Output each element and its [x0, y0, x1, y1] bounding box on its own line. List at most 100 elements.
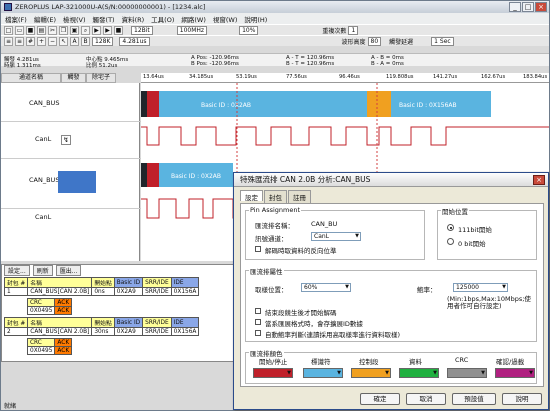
- start-position-title: 開始位置: [441, 206, 469, 216]
- dialog-close-button[interactable]: ×: [533, 175, 545, 185]
- channel-name-header[interactable]: 通道名稱: [1, 73, 61, 83]
- channel-row[interactable]: CAN_BUS: [29, 176, 59, 184]
- sample-position-select[interactable]: 60%: [301, 283, 351, 292]
- menu-file[interactable]: 檔案(F): [5, 14, 27, 24]
- align-left-icon[interactable]: ≡: [4, 36, 13, 46]
- table-header: SRR/IDE: [142, 277, 172, 288]
- align-center-icon[interactable]: ≡: [15, 36, 24, 46]
- menu-help[interactable]: 說明(H): [244, 14, 267, 24]
- ruler-tick: 141.27us: [433, 74, 458, 80]
- open-icon[interactable]: ▭: [15, 25, 24, 35]
- option-3-checkbox[interactable]: [255, 330, 261, 336]
- menu-view[interactable]: 檢視(V): [63, 14, 86, 24]
- menu-window[interactable]: 視窗(W): [213, 14, 238, 24]
- ruler-tick: 77.56us: [286, 74, 307, 80]
- memory-select[interactable]: 128K: [92, 36, 114, 46]
- save-icon[interactable]: ■: [26, 25, 35, 35]
- table-row[interactable]: 2 CAN_BUS[CAN 2.0B] 30ns 0X2A9 SRR/IDE 0…: [3, 327, 200, 336]
- baud-rate-hint: (Min:1bps,Max:10Mbps;使用者作可自行設定): [447, 295, 531, 310]
- settings-button[interactable]: 設定...: [4, 265, 30, 276]
- zoom-out-icon[interactable]: −: [48, 36, 57, 46]
- tab-packets[interactable]: 封包: [264, 190, 287, 203]
- ok-button[interactable]: 確定: [360, 393, 400, 405]
- minimize-button[interactable]: _: [509, 2, 521, 12]
- table-header: CRC: [26, 298, 56, 307]
- channel-row[interactable]: CAN_BUS: [29, 99, 59, 107]
- run-icon[interactable]: ▶: [92, 25, 101, 35]
- new-icon[interactable]: □: [4, 25, 13, 35]
- marker-a-icon[interactable]: A: [70, 36, 79, 46]
- cursor-icon[interactable]: ↖: [59, 36, 68, 46]
- export-button[interactable]: 匯出...: [55, 265, 82, 276]
- frequency-select[interactable]: 100MHz: [176, 25, 208, 35]
- table-header: SRR/IDE: [142, 317, 172, 328]
- time-select[interactable]: 4.281us: [119, 36, 150, 46]
- menu-data[interactable]: 資料(R): [122, 14, 145, 24]
- menu-tools[interactable]: 工具(O): [151, 14, 174, 24]
- table-cell: CAN_BUS[CAN 2.0B]: [27, 327, 93, 336]
- table-cell: 30ns: [91, 327, 115, 336]
- start-0bit-label: 0 bit開始: [458, 240, 486, 248]
- control-color-picker[interactable]: [351, 368, 391, 378]
- trigger-edge-icon[interactable]: ↯: [61, 135, 71, 145]
- grid-icon[interactable]: #: [26, 36, 35, 46]
- table-header: 開始點: [91, 277, 115, 288]
- waveform-height-label: 波形高度: [341, 38, 366, 46]
- marker-b-icon[interactable]: B: [81, 36, 90, 46]
- invert-checkbox[interactable]: [255, 246, 261, 252]
- start-0bit-radio[interactable]: [447, 238, 454, 245]
- bits-select[interactable]: 12Bit: [131, 25, 153, 35]
- table-row[interactable]: 1 CAN_BUS[CAN 2.0B] 0ns 0X2A9 SRR/IDE 0X…: [3, 287, 200, 296]
- channel-select[interactable]: CanL: [311, 232, 361, 241]
- filter-header[interactable]: 除宅子: [86, 73, 116, 83]
- cut-icon[interactable]: ✂: [48, 25, 57, 35]
- start-111bit-radio[interactable]: [447, 224, 454, 231]
- start-frame-segment: [147, 163, 159, 187]
- baud-rate-label: 鮑率：: [417, 286, 437, 294]
- time-ruler: 13.64us 34.185us 53.19us 77.56us 96.46us…: [141, 73, 549, 83]
- default-button[interactable]: 預設值: [452, 393, 496, 405]
- maximize-button[interactable]: □: [522, 2, 534, 12]
- refresh-button[interactable]: 刷新: [32, 265, 53, 276]
- frame-label: Basic ID : 0X2AB: [171, 173, 221, 180]
- crc-color-picker[interactable]: [447, 368, 487, 378]
- data-color-picker[interactable]: [399, 368, 439, 378]
- bus-name-value[interactable]: CAN_BU: [311, 220, 337, 228]
- trigger-header[interactable]: 觸發: [61, 73, 86, 83]
- print-icon[interactable]: ▤: [37, 25, 46, 35]
- paste-icon[interactable]: ▣: [70, 25, 79, 35]
- window-title: ZEROPLUS LAP-321000U-A(S/N:00000000001) …: [15, 3, 206, 11]
- start-stop-color-picker[interactable]: [253, 368, 293, 378]
- ruler-tick: 162.67us: [481, 74, 506, 80]
- menu-trigger[interactable]: 觸發(T): [93, 14, 115, 24]
- can-analysis-dialog: 特殊匯流排 CAN 2.0B 分析:CAN_BUS × 設定 封包 註冊 Pin…: [233, 172, 549, 410]
- option-1-checkbox[interactable]: [255, 308, 261, 314]
- trigger-delay-select[interactable]: 1 Sec: [431, 36, 454, 46]
- cancel-button[interactable]: 取消: [406, 393, 446, 405]
- close-button[interactable]: ×: [535, 2, 547, 12]
- baud-rate-select[interactable]: 125000: [453, 283, 508, 292]
- table-cell: 0X0495: [26, 346, 56, 355]
- stop-icon[interactable]: ■: [114, 25, 123, 35]
- waveform-height-select[interactable]: 80: [367, 36, 382, 46]
- find-icon[interactable]: ⌕: [81, 25, 90, 35]
- channel-row[interactable]: CanL: [35, 135, 51, 143]
- identifier-color-picker[interactable]: [303, 368, 343, 378]
- repeat-input[interactable]: 1: [348, 25, 359, 35]
- channel-row[interactable]: CanL: [35, 213, 51, 221]
- table-header-row: 封包 # 名稱 開始點 Basic ID SRR/IDE IDE: [3, 317, 200, 328]
- tab-register[interactable]: 註冊: [288, 190, 311, 203]
- tab-settings[interactable]: 設定: [240, 190, 263, 202]
- menu-edit[interactable]: 編輯(E): [34, 14, 56, 24]
- run-repeat-icon[interactable]: ▶: [103, 25, 112, 35]
- copy-icon[interactable]: ❐: [59, 25, 68, 35]
- table-cell: 1: [3, 287, 29, 296]
- help-button[interactable]: 說明: [502, 393, 542, 405]
- option-2-checkbox[interactable]: [255, 319, 261, 325]
- zoom-in-icon[interactable]: +: [37, 36, 46, 46]
- toolbar-1: □ ▭ ■ ▤ ✂ ❐ ▣ ⌕ ▶ ▶ ■ 12Bit 100MHz 10% 重…: [1, 24, 549, 35]
- ack-color-picker[interactable]: [495, 368, 535, 378]
- zoom-select[interactable]: 10%: [239, 25, 259, 35]
- menu-network[interactable]: 網路(W): [181, 14, 206, 24]
- invert-label: 解碼時取資料的反向位準: [265, 247, 337, 255]
